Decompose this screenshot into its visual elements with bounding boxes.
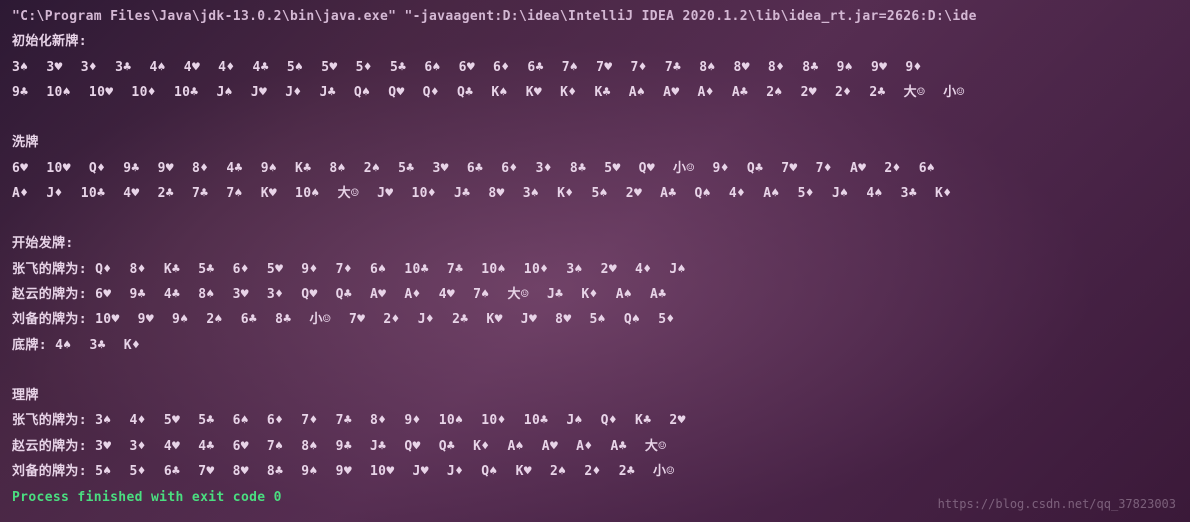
watermark: https://blog.csdn.net/qq_37823003	[938, 493, 1176, 516]
liubei-sorted: 刘备的牌为: 5♠5♦6♣7♥8♥8♣9♠9♥10♥J♥J♦Q♠K♥2♠2♦2♣…	[12, 459, 1178, 484]
init-label: 初始化新牌:	[12, 29, 1178, 54]
init-row2: 9♣10♠10♥10♦10♣J♠J♥J♦J♣Q♠Q♥Q♦Q♣K♠K♥K♦K♣A♠…	[12, 80, 1178, 105]
zhangfei-deal: 张飞的牌为: Q♦8♦K♣5♣6♦5♥9♦7♦6♠10♣7♣10♠10♦3♠2♥…	[12, 257, 1178, 282]
shuffle-row1: 6♥10♥Q♦9♣9♥8♦4♣9♠K♣8♠2♠5♣3♥6♣6♦3♦8♣5♥Q♥小…	[12, 156, 1178, 181]
command-line: "C:\Program Files\Java\jdk-13.0.2\bin\ja…	[12, 4, 1178, 29]
zhangfei-sorted: 张飞的牌为: 3♠4♦5♥5♣6♠6♦7♦7♣8♦9♦10♠10♦10♣J♠Q♦…	[12, 408, 1178, 433]
zhaoyun-deal: 赵云的牌为: 6♥9♣4♣8♠3♥3♦Q♥Q♣A♥A♦4♥7♠大☺J♣K♦A♠A…	[12, 282, 1178, 307]
init-row1: 3♠3♥3♦3♣4♠4♥4♦4♣5♠5♥5♦5♣6♠6♥6♦6♣7♠7♥7♦7♣…	[12, 55, 1178, 80]
shuffle-row2: A♦J♦10♣4♥2♣7♣7♠K♥10♠大☺J♥10♦J♣8♥3♠K♦5♠2♥A…	[12, 181, 1178, 206]
zhaoyun-sorted: 赵云的牌为: 3♥3♦4♥4♣6♥7♠8♠9♣J♣Q♥Q♣K♦A♠A♥A♦A♣大…	[12, 434, 1178, 459]
deal-label: 开始发牌:	[12, 231, 1178, 256]
sort-label: 理牌	[12, 383, 1178, 408]
liubei-deal: 刘备的牌为: 10♥9♥9♠2♠6♣8♣小☺7♥2♦J♦2♣K♥J♥8♥5♠Q♠…	[12, 307, 1178, 332]
dipai: 底牌: 4♠3♣K♦	[12, 333, 1178, 358]
shuffle-label: 洗牌	[12, 130, 1178, 155]
